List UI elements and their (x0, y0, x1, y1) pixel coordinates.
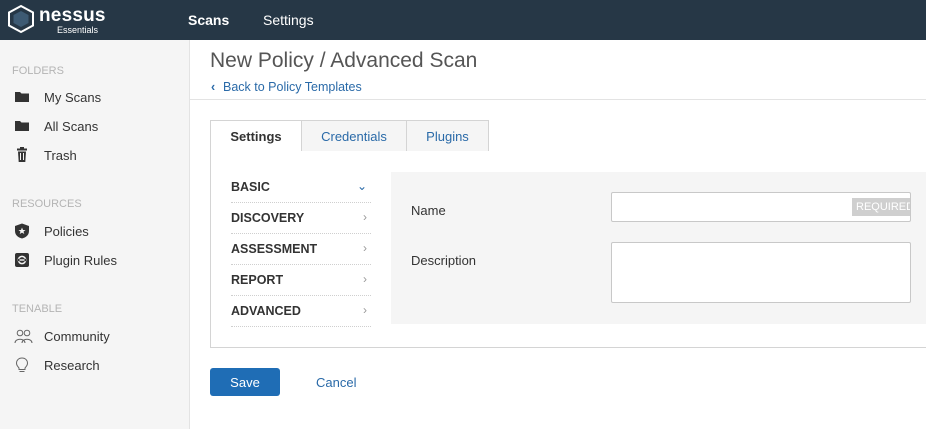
settings-menu-assessment[interactable]: ASSESSMENT › (231, 234, 371, 265)
tab-settings[interactable]: Settings (210, 120, 302, 153)
cancel-button[interactable]: Cancel (316, 375, 356, 390)
folder-icon (14, 118, 30, 134)
settings-menu-label: ADVANCED (231, 304, 301, 318)
description-label: Description (411, 253, 477, 268)
sidebar-item-research[interactable]: Research (0, 351, 189, 379)
sidebar-item-label: All Scans (44, 119, 99, 134)
settings-menu-label: ASSESSMENT (231, 242, 318, 256)
chevron-right-icon: › (363, 241, 367, 255)
chevron-left-icon: ‹ (211, 80, 216, 94)
tenable-heading: TENABLE (12, 303, 63, 315)
resources-heading: RESOURCES (12, 198, 82, 210)
back-to-templates-link[interactable]: ‹ Back to Policy Templates (211, 80, 362, 94)
nav-scans[interactable]: Scans (188, 12, 229, 28)
chevron-right-icon: › (363, 272, 367, 286)
settings-menu-report[interactable]: REPORT › (231, 265, 371, 296)
nav-settings[interactable]: Settings (263, 12, 314, 28)
required-badge: REQUIRED (852, 198, 910, 216)
sidebar-item-label: Community (44, 329, 110, 344)
nessus-logo[interactable]: nessus Essentials (6, 3, 126, 37)
description-textarea[interactable] (611, 242, 911, 303)
sidebar: FOLDERS My Scans All Scans Trash RESOURC… (0, 40, 190, 429)
settings-menu-basic[interactable]: BASIC ⌄ (231, 172, 371, 203)
folder-icon (14, 89, 30, 105)
tab-plugins[interactable]: Plugins (406, 120, 489, 152)
sidebar-item-plugin-rules[interactable]: Plugin Rules (0, 246, 189, 274)
trash-icon (14, 147, 30, 163)
tab-credentials[interactable]: Credentials (301, 120, 407, 152)
top-bar: nessus Essentials Scans Settings (0, 0, 926, 40)
settings-menu-label: BASIC (231, 180, 270, 194)
chevron-down-icon: ⌄ (356, 179, 367, 193)
community-icon (14, 328, 33, 344)
lightbulb-icon (14, 357, 30, 373)
settings-menu-label: DISCOVERY (231, 211, 305, 225)
sidebar-item-trash[interactable]: Trash (0, 141, 189, 169)
sidebar-item-community[interactable]: Community (0, 322, 189, 350)
chevron-right-icon: › (363, 303, 367, 317)
settings-menu-advanced[interactable]: ADVANCED › (231, 296, 371, 327)
header-divider (190, 99, 926, 100)
logo-subtitle: Essentials (57, 25, 99, 35)
name-label: Name (411, 203, 446, 218)
sidebar-item-policies[interactable]: Policies (0, 217, 189, 245)
sidebar-item-all-scans[interactable]: All Scans (0, 112, 189, 140)
sidebar-item-label: Trash (44, 148, 77, 163)
settings-menu-label: REPORT (231, 273, 284, 287)
shield-icon (14, 223, 30, 239)
save-button[interactable]: Save (210, 368, 280, 396)
sidebar-item-label: Research (44, 358, 100, 373)
folders-heading: FOLDERS (12, 65, 64, 77)
back-link-label: Back to Policy Templates (223, 80, 362, 94)
chevron-right-icon: › (363, 210, 367, 224)
page-title: New Policy / Advanced Scan (210, 49, 478, 72)
logo-name: nessus (39, 5, 106, 26)
sidebar-item-label: Plugin Rules (44, 253, 117, 268)
sidebar-item-label: My Scans (44, 90, 102, 105)
plugin-rules-icon (14, 252, 30, 268)
nessus-logo-icon (8, 4, 34, 34)
sidebar-item-my-scans[interactable]: My Scans (0, 83, 189, 111)
sidebar-item-label: Policies (44, 224, 89, 239)
settings-menu-discovery[interactable]: DISCOVERY › (231, 203, 371, 234)
